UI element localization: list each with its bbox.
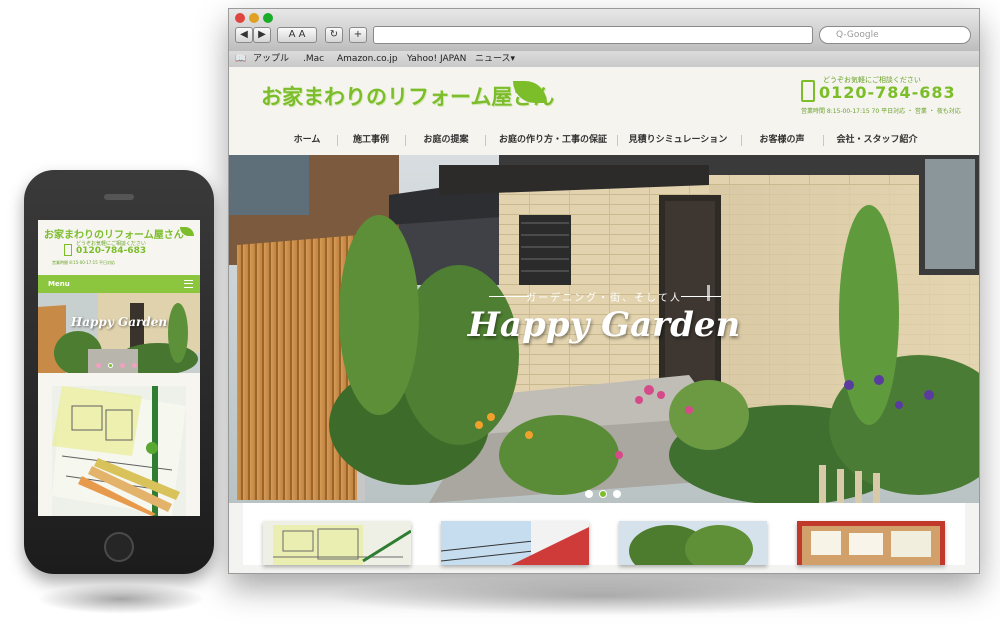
browser-window: ◀ ▶ A A ↻ + Q-Google 📖 アップル .Mac Amazon.… (228, 8, 980, 574)
nav-company[interactable]: 会社・スタッフ紹介 (829, 125, 925, 155)
bookmark-item[interactable]: .Mac (303, 52, 324, 66)
nav-divider (741, 135, 742, 146)
forward-icon[interactable]: ▶ (253, 27, 271, 43)
thumbnail-sky[interactable] (441, 521, 589, 565)
nav-divider (337, 135, 338, 146)
nav-proposal[interactable]: お庭の提案 (411, 125, 481, 155)
back-icon[interactable]: ◀ (235, 27, 253, 43)
nav-divider (617, 135, 618, 146)
business-hours: 営業時間 8:15-00-17:15 70 平日対応 ・ 営業 ・ 夜も対応 (801, 108, 961, 115)
zoom-window-button[interactable] (263, 13, 273, 23)
add-bookmark-icon[interactable]: + (349, 27, 367, 43)
nav-warranty[interactable]: お庭の作り方・工事の保証 (491, 125, 615, 155)
mobile-menu-label: Menu (48, 280, 70, 288)
browser-titlebar: ◀ ▶ A A ↻ + Q-Google (229, 9, 979, 52)
site-header: お家まわりのリフォーム屋さん どうぞお気軽にご相談ください 0120-784-6… (229, 67, 979, 155)
mobile-plans-image[interactable] (52, 386, 186, 516)
phone-shadow (36, 584, 206, 614)
nav-home[interactable]: ホーム (279, 125, 335, 155)
nav-divider (823, 135, 824, 146)
nav-voice[interactable]: お客様の声 (747, 125, 817, 155)
bookmark-item[interactable]: ニュース▾ (475, 52, 515, 66)
search-input[interactable]: Q-Google (819, 26, 971, 44)
slide-indicator[interactable] (613, 490, 621, 498)
hero-title: Happy Garden (467, 305, 741, 345)
nav-divider (485, 135, 486, 146)
text-size-button[interactable]: A A (277, 27, 317, 43)
close-window-button[interactable] (235, 13, 245, 23)
thumbnail-corkboard[interactable] (797, 521, 945, 565)
mobile-slide-indicator[interactable] (96, 363, 101, 368)
mobile-slide-indicator-active[interactable] (108, 363, 113, 368)
nav-divider (405, 135, 406, 146)
mobile-slide-indicator[interactable] (132, 363, 137, 368)
bookmark-item[interactable]: アップル (253, 52, 289, 66)
hero-slider[interactable]: ガーデニング・街、そして人 Happy Garden (229, 155, 979, 503)
site-logo[interactable]: お家まわりのリフォーム屋さん (261, 81, 554, 111)
book-icon[interactable]: 📖 (235, 52, 246, 66)
thumbnail-tree[interactable] (619, 521, 767, 565)
nav-estimate[interactable]: 見積りシミュレーション (623, 125, 733, 155)
mobile-garden-photo (38, 293, 200, 373)
mobile-menu-bar[interactable]: Menu (38, 275, 200, 293)
mobile-hero[interactable]: Happy Garden (38, 293, 200, 373)
slide-indicator[interactable] (585, 490, 593, 498)
smartphone-mockup: お家まわりのリフォーム屋さん どうぞお気軽にご相談ください 0120-784-6… (24, 170, 214, 574)
feature-thumbnails (243, 503, 965, 565)
home-button[interactable] (104, 532, 134, 562)
nav-works[interactable]: 施工事例 (343, 125, 399, 155)
phone-screen: お家まわりのリフォーム屋さん どうぞお気軽にご相談ください 0120-784-6… (38, 220, 200, 516)
mobile-phone-number[interactable]: 0120-784-683 (76, 246, 146, 256)
hamburger-icon[interactable] (184, 280, 193, 288)
reload-icon[interactable]: ↻ (325, 27, 343, 43)
url-input[interactable] (373, 26, 813, 44)
mobile-hero-title: Happy Garden (70, 315, 168, 329)
minimize-window-button[interactable] (249, 13, 259, 23)
mobile-slide-indicator[interactable] (120, 363, 125, 368)
phone-speaker (104, 194, 134, 200)
bookmark-item[interactable]: Yahoo! JAPAN (407, 52, 466, 66)
browser-shadow (320, 576, 880, 616)
mobile-business-hours: 営業時間 8:15-00-17:15 平日対応 (52, 260, 116, 265)
bookmarks-bar: 📖 アップル .Mac Amazon.co.jp Yahoo! JAPAN ニュ… (229, 51, 979, 68)
bookmark-item[interactable]: Amazon.co.jp (337, 52, 398, 66)
phone-icon (801, 80, 815, 102)
hero-tagline: ガーデニング・街、そして人 (526, 293, 682, 304)
main-nav: ホーム 施工事例 お庭の提案 お庭の作り方・工事の保証 見積りシミュレーション … (229, 125, 979, 155)
mobile-phone-icon (64, 244, 72, 256)
phone-number[interactable]: 0120-784-683 (819, 83, 956, 102)
thumbnail-plans[interactable] (263, 521, 411, 565)
slide-indicator-active[interactable] (599, 490, 607, 498)
mobile-site-logo[interactable]: お家まわりのリフォーム屋さん (44, 226, 184, 241)
